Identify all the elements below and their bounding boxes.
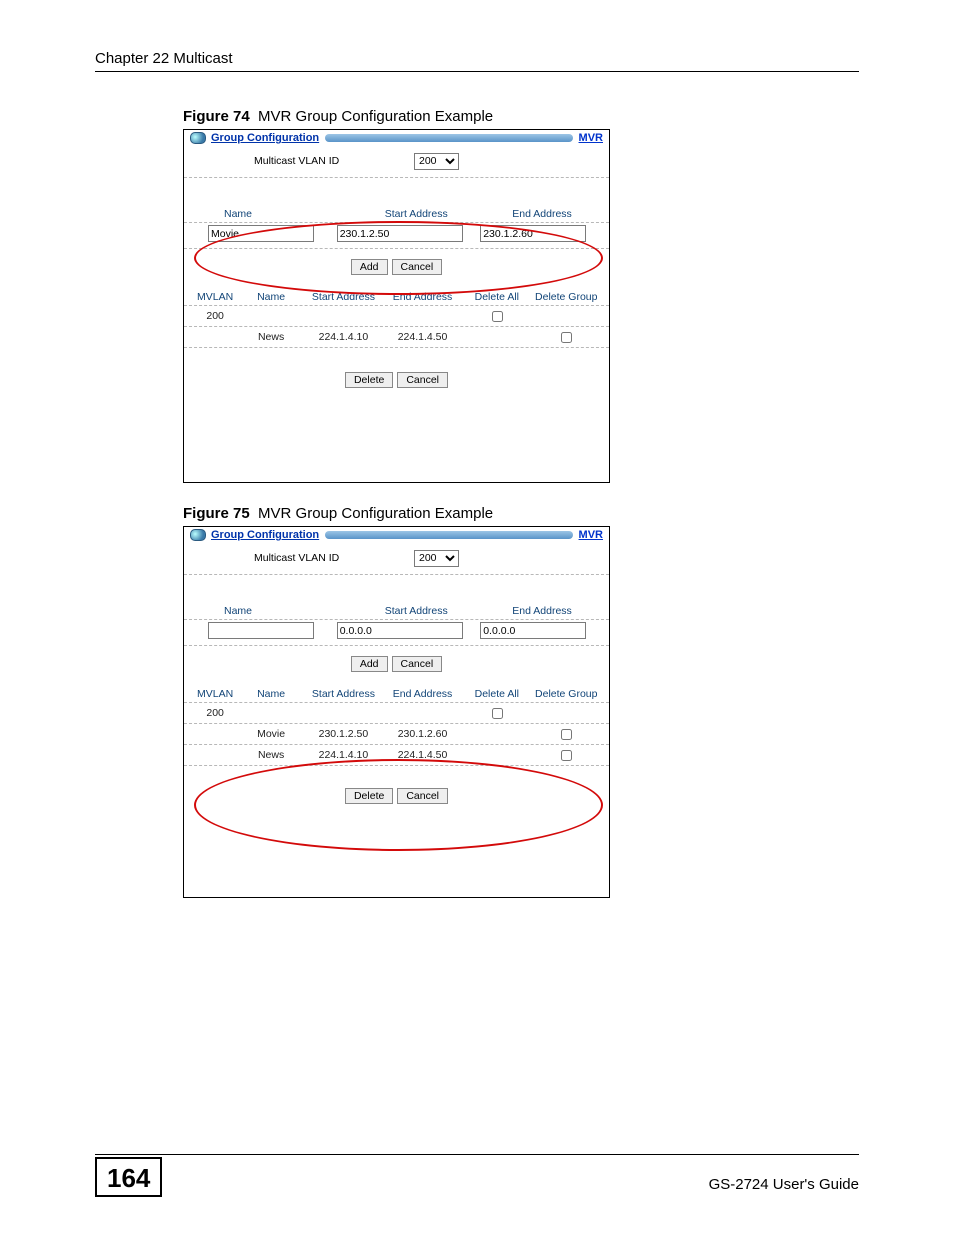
status-led-icon [190, 132, 206, 144]
th-delall: Delete All [462, 291, 531, 303]
cell-mvlan: 200 [192, 310, 238, 322]
panel-title: Group Configuration [211, 132, 319, 144]
cell-ea: 224.1.4.50 [383, 749, 462, 761]
multicast-vlan-id-select[interactable]: 200 [414, 153, 459, 170]
cell-name: News [238, 749, 304, 761]
chapter-header: Chapter 22 Multicast [95, 50, 859, 72]
start-address-input[interactable] [337, 622, 463, 639]
delete-group-checkbox[interactable] [561, 332, 572, 343]
th-delgrp: Delete Group [532, 688, 601, 700]
cell-ea: 224.1.4.50 [383, 331, 462, 343]
end-address-input[interactable] [480, 225, 586, 242]
th-delgrp: Delete Group [532, 291, 601, 303]
cell-sa: 230.1.2.50 [304, 728, 383, 740]
col-name-header: Name [194, 605, 347, 617]
th-name: Name [238, 291, 304, 303]
th-delall: Delete All [462, 688, 531, 700]
figure74-caption: Figure 74 MVR Group Configuration Exampl… [183, 108, 859, 125]
guide-name: GS-2724 User's Guide [709, 1176, 859, 1197]
col-start-header: Start Address [347, 208, 485, 220]
figure75-screenshot: Group Configuration MVR Multicast VLAN I… [183, 526, 610, 898]
cancel-button2[interactable]: Cancel [397, 372, 448, 388]
col-start-header: Start Address [347, 605, 485, 617]
panel-titlebar: Group Configuration MVR [184, 527, 609, 543]
name-input[interactable] [208, 225, 314, 242]
name-input[interactable] [208, 622, 314, 639]
th-mvlan: MVLAN [192, 291, 238, 303]
col-end-header: End Address [485, 208, 599, 220]
panel-title: Group Configuration [211, 529, 319, 541]
add-button[interactable]: Add [351, 656, 388, 672]
table-row: News 224.1.4.10 224.1.4.50 [184, 327, 609, 348]
cell-name: Movie [238, 728, 304, 740]
cell-name: News [238, 331, 304, 343]
figure74-screenshot: Group Configuration MVR Multicast VLAN I… [183, 129, 610, 483]
mvr-link[interactable]: MVR [579, 132, 603, 144]
titlebar-decor [325, 531, 572, 539]
cell-sa: 224.1.4.10 [304, 331, 383, 343]
cancel-button2[interactable]: Cancel [397, 788, 448, 804]
cell-mvlan: 200 [192, 707, 238, 719]
th-start: Start Address [304, 291, 383, 303]
figure74-text: MVR Group Configuration Example [258, 108, 493, 125]
delete-button[interactable]: Delete [345, 372, 393, 388]
page-number: 164 [95, 1157, 162, 1197]
delete-button[interactable]: Delete [345, 788, 393, 804]
status-led-icon [190, 529, 206, 541]
table-row: 200 [184, 703, 609, 724]
figure75-text: MVR Group Configuration Example [258, 505, 493, 522]
multicast-vlan-id-select[interactable]: 200 [414, 550, 459, 567]
delete-all-checkbox[interactable] [492, 311, 503, 322]
figure75-caption: Figure 75 MVR Group Configuration Exampl… [183, 505, 859, 522]
start-address-input[interactable] [337, 225, 463, 242]
col-name-header: Name [194, 208, 347, 220]
multicast-vlan-id-label: Multicast VLAN ID [194, 155, 414, 167]
delete-group-checkbox[interactable] [561, 750, 572, 761]
th-end: End Address [383, 291, 462, 303]
table-row: News 224.1.4.10 224.1.4.50 [184, 745, 609, 766]
th-end: End Address [383, 688, 462, 700]
delete-group-checkbox[interactable] [561, 729, 572, 740]
cell-sa: 224.1.4.10 [304, 749, 383, 761]
panel-titlebar: Group Configuration MVR [184, 130, 609, 146]
titlebar-decor [325, 134, 572, 142]
multicast-vlan-id-label: Multicast VLAN ID [194, 552, 414, 564]
delete-all-checkbox[interactable] [492, 708, 503, 719]
col-end-header: End Address [485, 605, 599, 617]
th-start: Start Address [304, 688, 383, 700]
th-name: Name [238, 688, 304, 700]
cancel-button[interactable]: Cancel [392, 259, 443, 275]
end-address-input[interactable] [480, 622, 586, 639]
cancel-button[interactable]: Cancel [392, 656, 443, 672]
figure74-num: Figure 74 [183, 108, 250, 125]
table-row: Movie 230.1.2.50 230.1.2.60 [184, 724, 609, 745]
th-mvlan: MVLAN [192, 688, 238, 700]
figure75-num: Figure 75 [183, 505, 250, 522]
add-button[interactable]: Add [351, 259, 388, 275]
table-row: 200 [184, 306, 609, 327]
mvr-link[interactable]: MVR [579, 529, 603, 541]
cell-ea: 230.1.2.60 [383, 728, 462, 740]
